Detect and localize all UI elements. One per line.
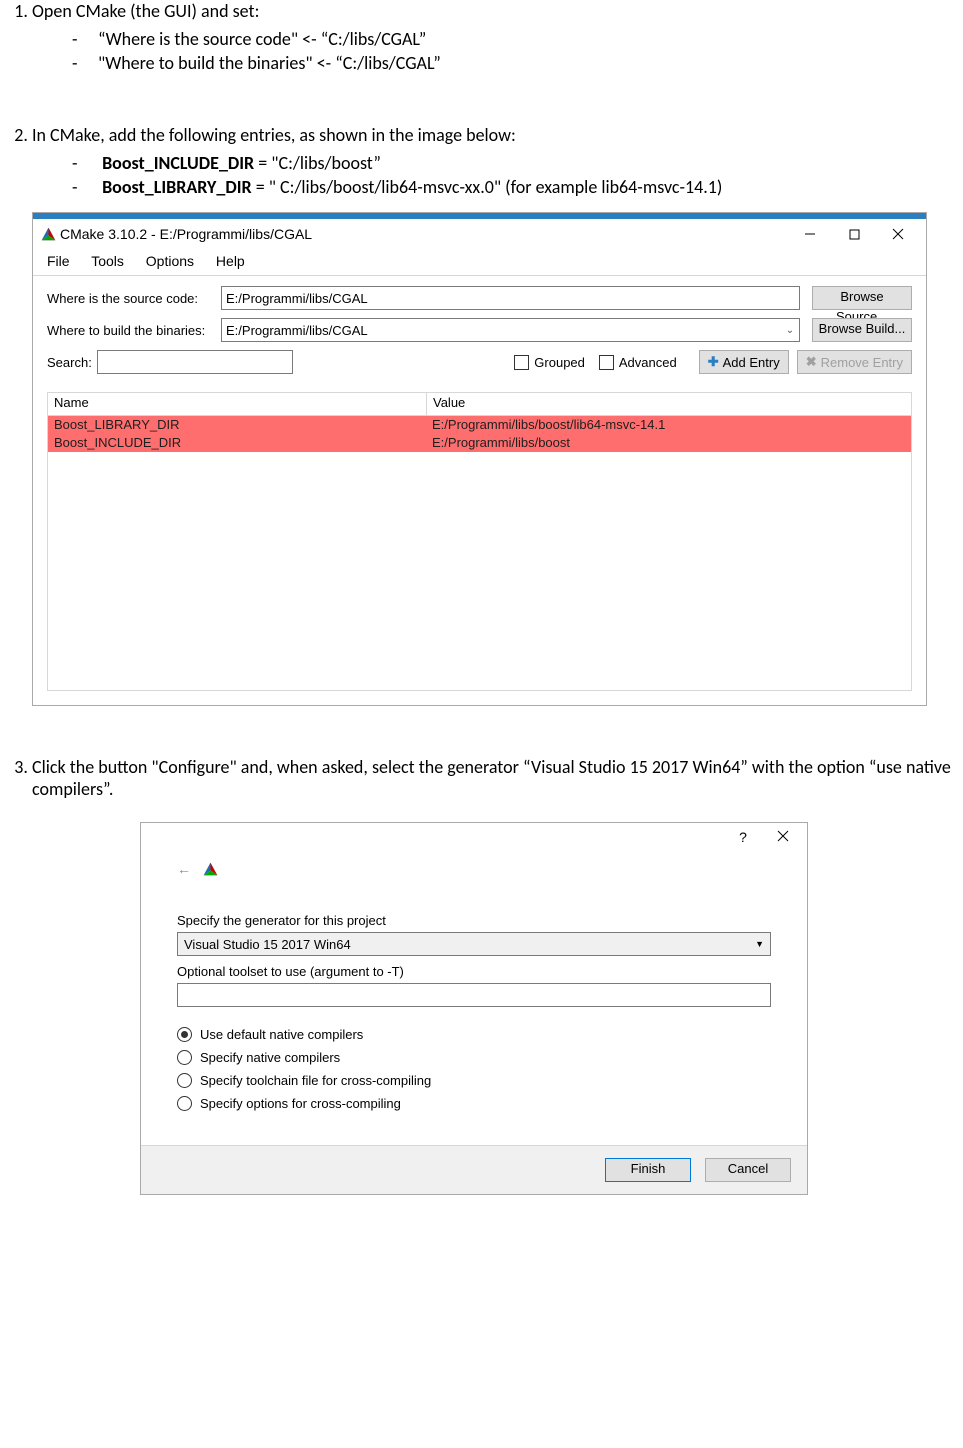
- generator-label: Specify the generator for this project: [177, 913, 771, 928]
- step2-item2-val: = " C:/libs/boost/lib64-msvc-xx.0" (for …: [252, 176, 723, 198]
- step2-item2-key: Boost_LIBRARY_DIR: [102, 176, 252, 198]
- build-input[interactable]: [222, 320, 781, 340]
- maximize-button[interactable]: [832, 219, 876, 249]
- cmake-window: CMake 3.10.2 - E:/Programmi/libs/CGAL Fi…: [32, 212, 927, 706]
- window-title: CMake 3.10.2 - E:/Programmi/libs/CGAL: [56, 226, 788, 242]
- cell-value: E:/Programmi/libs/boost: [426, 434, 911, 452]
- minimize-button[interactable]: [788, 219, 832, 249]
- help-button[interactable]: ?: [723, 829, 763, 845]
- radio-label: Specify options for cross-compiling: [200, 1096, 401, 1111]
- menu-options[interactable]: Options: [146, 253, 194, 269]
- back-arrow-icon[interactable]: ←: [177, 861, 191, 877]
- grouped-label: Grouped: [534, 355, 585, 370]
- step1-item2: "Where to build the binaries" <- “C:/lib…: [72, 52, 957, 74]
- add-entry-button[interactable]: ✚ Add Entry: [699, 350, 789, 374]
- checkbox-icon: [599, 355, 614, 370]
- generator-dialog: ? ← Specify the generator for this proje…: [140, 822, 808, 1195]
- compiler-radio-group: Use default native compilers Specify nat…: [177, 1027, 771, 1111]
- close-icon: [777, 830, 789, 842]
- cancel-button[interactable]: Cancel: [705, 1158, 791, 1182]
- radio-toolchain-file[interactable]: Specify toolchain file for cross-compili…: [177, 1073, 771, 1088]
- grouped-checkbox[interactable]: Grouped: [514, 355, 585, 370]
- table-row[interactable]: Boost_LIBRARY_DIR E:/Programmi/libs/boos…: [48, 416, 911, 434]
- radio-icon: [177, 1027, 192, 1042]
- cmake-logo-icon: [41, 227, 56, 242]
- checkbox-icon: [514, 355, 529, 370]
- step2-intro: In CMake, add the following entries, as …: [32, 124, 516, 146]
- add-entry-label: Add Entry: [723, 355, 780, 370]
- step2-item1: Boost_INCLUDE_DIR = "C:/libs/boost”: [72, 152, 957, 174]
- remove-entry-button[interactable]: ✖ Remove Entry: [797, 350, 912, 374]
- table-row[interactable]: Boost_INCLUDE_DIR E:/Programmi/libs/boos…: [48, 434, 911, 452]
- build-label: Where to build the binaries:: [47, 323, 221, 338]
- maximize-icon: [849, 229, 860, 240]
- step2-item1-val: = "C:/libs/boost”: [254, 152, 381, 174]
- toolset-input[interactable]: [177, 983, 771, 1007]
- radio-icon: [177, 1096, 192, 1111]
- x-icon: ✖: [806, 354, 817, 370]
- close-button[interactable]: [763, 829, 803, 845]
- radio-label: Use default native compilers: [200, 1027, 363, 1042]
- entries-table: Name Value Boost_LIBRARY_DIR E:/Programm…: [33, 384, 926, 705]
- cmake-logo-icon: [203, 862, 218, 877]
- menubar: File Tools Options Help: [33, 249, 926, 276]
- chevron-down-icon: ⌄: [781, 325, 799, 336]
- close-button[interactable]: [876, 219, 920, 249]
- close-icon: [892, 228, 904, 240]
- minimize-icon: [804, 228, 816, 240]
- step1-item1: “Where is the source code" <- “C:/libs/C…: [72, 28, 957, 50]
- search-label: Search:: [47, 355, 97, 370]
- generator-value: Visual Studio 15 2017 Win64: [184, 937, 351, 952]
- dialog-footer: Finish Cancel: [141, 1145, 807, 1194]
- advanced-checkbox[interactable]: Advanced: [599, 355, 677, 370]
- step2-item1-key: Boost_INCLUDE_DIR: [102, 152, 254, 174]
- browse-source-button[interactable]: Browse Source...: [812, 286, 912, 310]
- radio-label: Specify native compilers: [200, 1050, 340, 1065]
- titlebar: CMake 3.10.2 - E:/Programmi/libs/CGAL: [33, 219, 926, 249]
- radio-icon: [177, 1073, 192, 1088]
- plus-icon: ✚: [708, 354, 719, 370]
- step2-item2: Boost_LIBRARY_DIR = " C:/libs/boost/lib6…: [72, 176, 957, 198]
- step-2: In CMake, add the following entries, as …: [32, 124, 957, 706]
- radio-label: Specify toolchain file for cross-compili…: [200, 1073, 431, 1088]
- toolset-label: Optional toolset to use (argument to -T): [177, 964, 771, 979]
- cell-name: Boost_INCLUDE_DIR: [48, 434, 426, 452]
- menu-tools[interactable]: Tools: [91, 253, 124, 269]
- radio-specify-native[interactable]: Specify native compilers: [177, 1050, 771, 1065]
- source-input[interactable]: [221, 286, 800, 310]
- source-label: Where is the source code:: [47, 291, 221, 306]
- step-3: Click the button "Configure" and, when a…: [32, 756, 957, 1195]
- dropdown-arrow-icon: ▼: [755, 939, 764, 949]
- step3-text: Click the button "Configure" and, when a…: [32, 756, 951, 800]
- search-input[interactable]: [97, 350, 293, 374]
- wizard-nav: ←: [177, 861, 771, 895]
- cell-name: Boost_LIBRARY_DIR: [48, 416, 426, 434]
- col-header-name[interactable]: Name: [48, 393, 427, 415]
- remove-entry-label: Remove Entry: [821, 355, 903, 370]
- generator-select[interactable]: Visual Studio 15 2017 Win64 ▼: [177, 932, 771, 956]
- radio-cross-options[interactable]: Specify options for cross-compiling: [177, 1096, 771, 1111]
- advanced-label: Advanced: [619, 355, 677, 370]
- menu-file[interactable]: File: [47, 253, 70, 269]
- radio-icon: [177, 1050, 192, 1065]
- cell-value: E:/Programmi/libs/boost/lib64-msvc-14.1: [426, 416, 911, 434]
- step-1: Open CMake (the GUI) and set: “Where is …: [32, 0, 957, 74]
- browse-build-button[interactable]: Browse Build...: [812, 318, 912, 342]
- radio-default-native[interactable]: Use default native compilers: [177, 1027, 771, 1042]
- menu-help[interactable]: Help: [216, 253, 245, 269]
- col-header-value[interactable]: Value: [427, 393, 911, 415]
- step1-intro: Open CMake (the GUI) and set:: [32, 0, 259, 22]
- finish-button[interactable]: Finish: [605, 1158, 691, 1182]
- build-combo[interactable]: ⌄: [221, 318, 800, 342]
- dialog-titlebar: ?: [141, 823, 807, 851]
